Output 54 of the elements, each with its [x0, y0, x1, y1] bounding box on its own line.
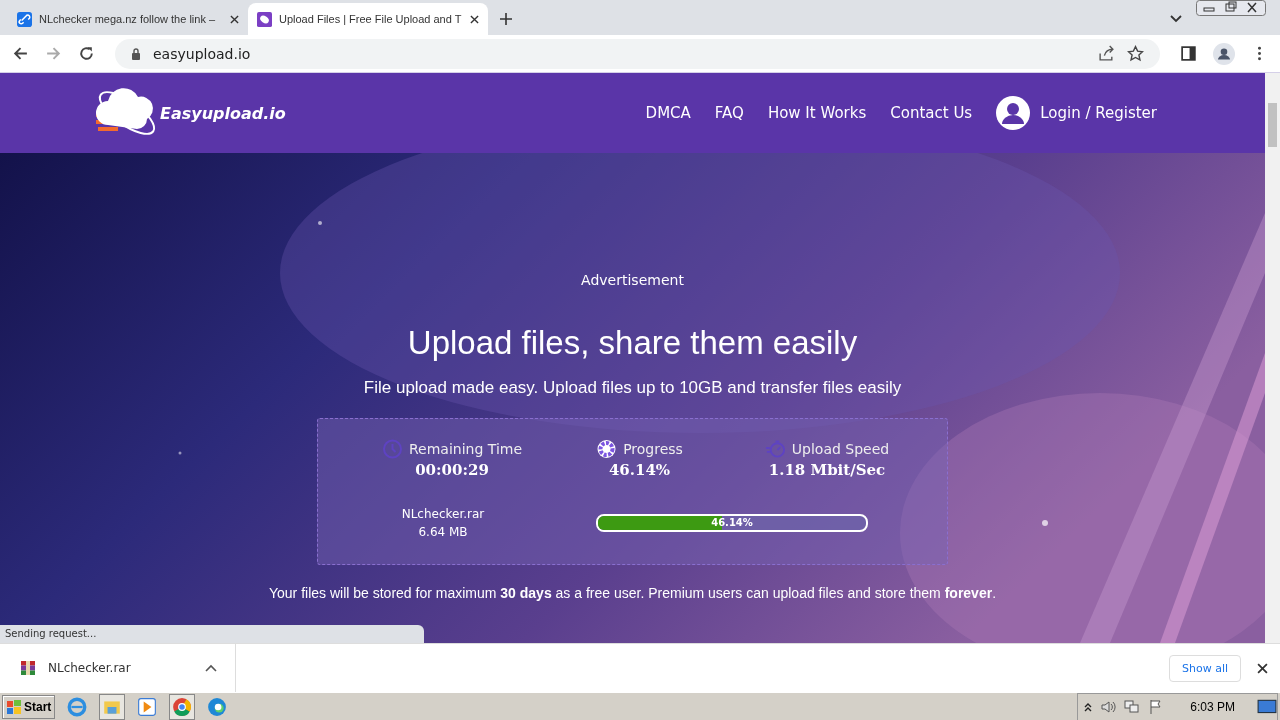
- browser-tab[interactable]: NLchecker mega.nz follow the link –: [8, 3, 248, 35]
- stat-value: 1.18 Mbit/Sec: [768, 461, 886, 479]
- browser-tab[interactable]: Upload Files | Free File Upload and T: [248, 3, 488, 35]
- file-size: 6.64 MB: [418, 525, 468, 539]
- chevron-down-icon[interactable]: [1170, 15, 1182, 23]
- new-tab-icon[interactable]: [500, 13, 512, 25]
- stat-value: 46.14%: [608, 461, 671, 479]
- show-all-button[interactable]: Show all: [1168, 654, 1241, 682]
- caret-up-icon[interactable]: [205, 664, 217, 672]
- advertisement-label: Advertisement: [581, 272, 684, 288]
- clock-icon: [381, 439, 403, 459]
- tray-expand-icon[interactable]: [1084, 702, 1093, 712]
- nav-link[interactable]: FAQ: [714, 104, 744, 122]
- link-icon: [17, 11, 32, 27]
- profile-icon[interactable]: [1213, 42, 1235, 65]
- hero-title: Upload files, share them easily: [407, 324, 858, 362]
- clock: 6:03 PM: [1190, 700, 1235, 714]
- address-bar[interactable]: easyupload.io: [115, 38, 1160, 69]
- start-button[interactable]: Start: [2, 695, 56, 719]
- back-icon[interactable]: [12, 45, 29, 62]
- nav-link[interactable]: Contact Us: [890, 104, 973, 122]
- spinner-icon: [596, 439, 618, 459]
- stopwatch-icon: [764, 439, 786, 459]
- close-icon[interactable]: [470, 14, 479, 24]
- nav-link[interactable]: How It Works: [767, 104, 867, 122]
- stat-value: 00:00:29: [415, 461, 489, 479]
- user-icon[interactable]: [996, 96, 1031, 130]
- chrome-icon[interactable]: [169, 694, 196, 720]
- network-icon[interactable]: [1124, 699, 1141, 715]
- windows-logo-icon: [6, 699, 22, 715]
- stat-label: Progress: [623, 441, 683, 457]
- star-icon[interactable]: [1127, 45, 1144, 62]
- stat-label: Remaining Time: [408, 441, 523, 457]
- side-panel-icon[interactable]: [1180, 45, 1197, 62]
- archive-icon: [20, 660, 36, 676]
- lock-icon: [131, 47, 141, 60]
- scrollbar[interactable]: [1265, 73, 1280, 643]
- status-bubble: Sending request...: [0, 625, 424, 643]
- cloud-icon: [257, 11, 272, 27]
- folder-icon[interactable]: [99, 694, 126, 720]
- window-controls[interactable]: [1196, 0, 1266, 16]
- reload-icon[interactable]: [78, 45, 95, 62]
- share-icon[interactable]: [1098, 45, 1115, 62]
- site-logo[interactable]: Easyupload.io: [160, 103, 286, 123]
- file-name: NLchecker.rar: [401, 507, 485, 521]
- login-link[interactable]: Login / Register: [1040, 104, 1157, 122]
- hero-subtitle: File upload made easy. Upload files up to 10GB and transfer files easily: [363, 378, 902, 398]
- close-icon[interactable]: [230, 14, 239, 24]
- stat-label: Upload Speed: [791, 441, 890, 457]
- show-desktop-icon[interactable]: [1257, 698, 1277, 716]
- storage-note: Your files will be stored for maximum 30 days as a free user. Premium users can upload files and store them forever.: [268, 585, 997, 601]
- speaker-icon[interactable]: [1100, 699, 1117, 715]
- nav-link[interactable]: DMCA: [645, 104, 691, 122]
- close-icon[interactable]: [1257, 662, 1268, 674]
